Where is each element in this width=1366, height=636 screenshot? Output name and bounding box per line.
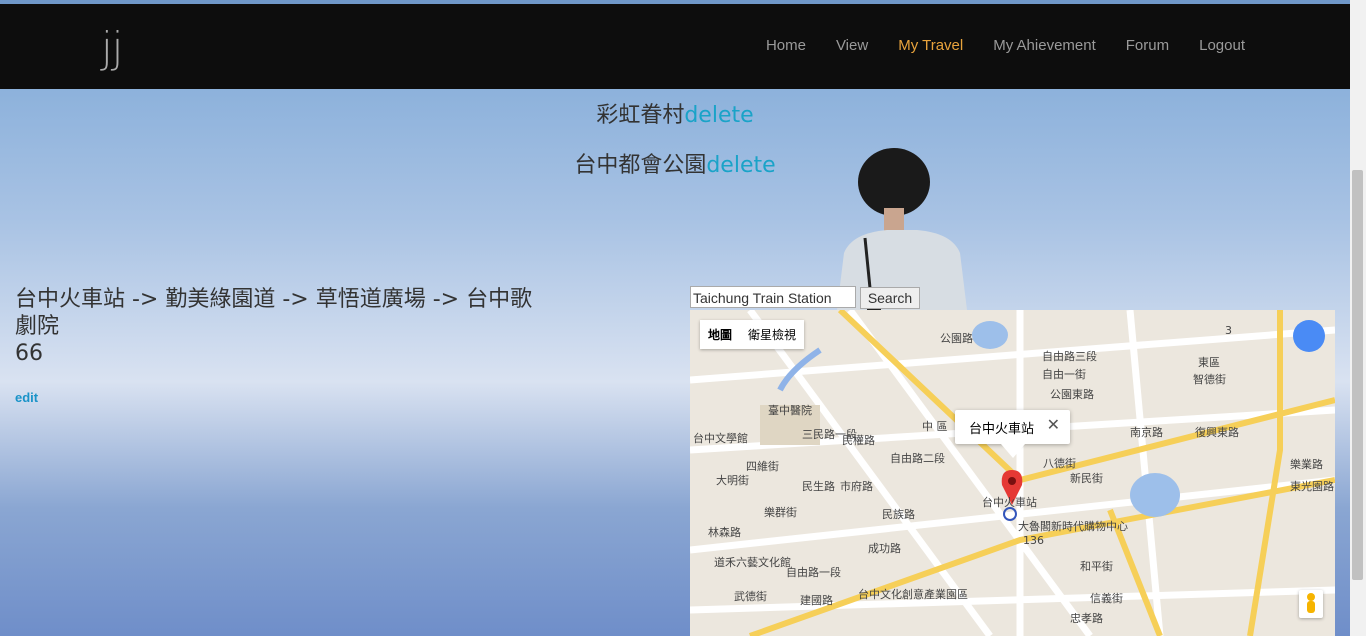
favorite-item: 台中都會公園delete xyxy=(0,147,1350,179)
map-label: 中 區 xyxy=(922,420,948,433)
navbar: jj Home View My Travel My Ahievement For… xyxy=(0,4,1350,89)
nav-view[interactable]: View xyxy=(836,37,868,54)
map-type-map-button[interactable]: 地圖 xyxy=(700,320,740,349)
map-label: 自由路一段 xyxy=(786,566,841,579)
route-count: 66 xyxy=(15,341,43,366)
map-label: 智德街 xyxy=(1193,373,1226,386)
map-roads xyxy=(690,310,1335,636)
map-label: 自由路二段 xyxy=(890,452,945,465)
search-button[interactable]: Search xyxy=(860,287,920,309)
map-label: 136 xyxy=(1023,534,1044,547)
delete-link[interactable]: delete xyxy=(706,153,775,178)
delete-link[interactable]: delete xyxy=(684,103,753,128)
scrollbar-thumb[interactable] xyxy=(1352,170,1363,580)
map-label: 八德街 xyxy=(1043,457,1076,470)
route-path: 台中火車站 -> 勤美綠園道 -> 草悟道廣場 -> 台中歌劇院 xyxy=(15,287,533,339)
favorite-name: 台中都會公園 xyxy=(574,153,707,178)
account-icon[interactable] xyxy=(1293,320,1325,352)
brand-logo[interactable]: jj xyxy=(101,23,123,72)
map-label: 新民街 xyxy=(1070,472,1103,485)
map-label: 臺中醫院 xyxy=(768,404,812,417)
map-label: 建國路 xyxy=(800,594,833,607)
route-block: 台中火車站 -> 勤美綠園道 -> 草悟道廣場 -> 台中歌劇院 66 xyxy=(15,286,545,367)
favorite-item: 彩虹眷村delete xyxy=(0,97,1350,129)
map-label: 市府路 xyxy=(840,480,873,493)
map-label: 3 xyxy=(1225,324,1232,337)
map-info-window: 台中火車站 ✕ xyxy=(955,410,1070,458)
map-label: 公園東路 xyxy=(1050,388,1094,401)
map-label: 東區 xyxy=(1198,356,1220,369)
map-label: 南京路 xyxy=(1130,426,1163,439)
map-view[interactable]: 公園路 自由路三段 自由一街 公園東路 南京路 復興東路 東區 智德街 中 區 … xyxy=(690,310,1335,636)
info-window-title: 台中火車站 xyxy=(969,422,1035,437)
map-label: 大明街 xyxy=(716,474,749,487)
scrollbar[interactable] xyxy=(1350,0,1366,636)
map-label: 忠孝路 xyxy=(1070,612,1103,625)
map-label: 台中火車站 xyxy=(982,496,1037,509)
search-input[interactable]: Taichung Train Station xyxy=(690,286,856,308)
map-label: 復興東路 xyxy=(1195,426,1239,439)
map-label: 民生路 xyxy=(802,480,835,493)
map-label: 台中文化創意產業園區 xyxy=(858,588,968,601)
favorite-name: 彩虹眷村 xyxy=(596,103,685,128)
map-label: 成功路 xyxy=(868,542,901,555)
map-label: 武德街 xyxy=(734,590,767,603)
nav-home[interactable]: Home xyxy=(766,37,806,54)
close-icon[interactable]: ✕ xyxy=(1047,415,1060,434)
map-label: 道禾六藝文化館 xyxy=(714,556,791,569)
map-label: 樂群街 xyxy=(764,506,797,519)
nav-forum[interactable]: Forum xyxy=(1126,37,1169,54)
edit-link[interactable]: edit xyxy=(15,390,38,405)
nav-logout[interactable]: Logout xyxy=(1199,37,1245,54)
map-type-satellite-button[interactable]: 衛星檢視 xyxy=(740,320,804,349)
map-label: 林森路 xyxy=(708,526,741,539)
map-label: 東光園路 xyxy=(1290,480,1334,493)
map-label: 民權路 xyxy=(842,434,875,447)
map-label: 信義街 xyxy=(1090,592,1123,605)
nav-my-achievement[interactable]: My Ahievement xyxy=(993,37,1096,54)
map-label: 台中文學館 xyxy=(693,432,748,445)
map-label: 民族路 xyxy=(882,508,915,521)
map-label: 和平街 xyxy=(1080,560,1113,573)
map-label: 四維街 xyxy=(746,460,779,473)
map-label: 公園路 xyxy=(940,332,973,345)
map-label: 自由一街 xyxy=(1042,368,1086,381)
nav-my-travel[interactable]: My Travel xyxy=(898,37,963,54)
map-label: 大魯閣新時代購物中心 xyxy=(1018,520,1128,533)
map-label: 樂業路 xyxy=(1290,458,1323,471)
map-type-control: 地圖 衛星檢視 xyxy=(700,320,805,349)
nav-menu: Home View My Travel My Ahievement Forum … xyxy=(766,37,1245,54)
street-view-pegman-icon[interactable] xyxy=(1299,590,1323,618)
map-label: 自由路三段 xyxy=(1042,350,1097,363)
